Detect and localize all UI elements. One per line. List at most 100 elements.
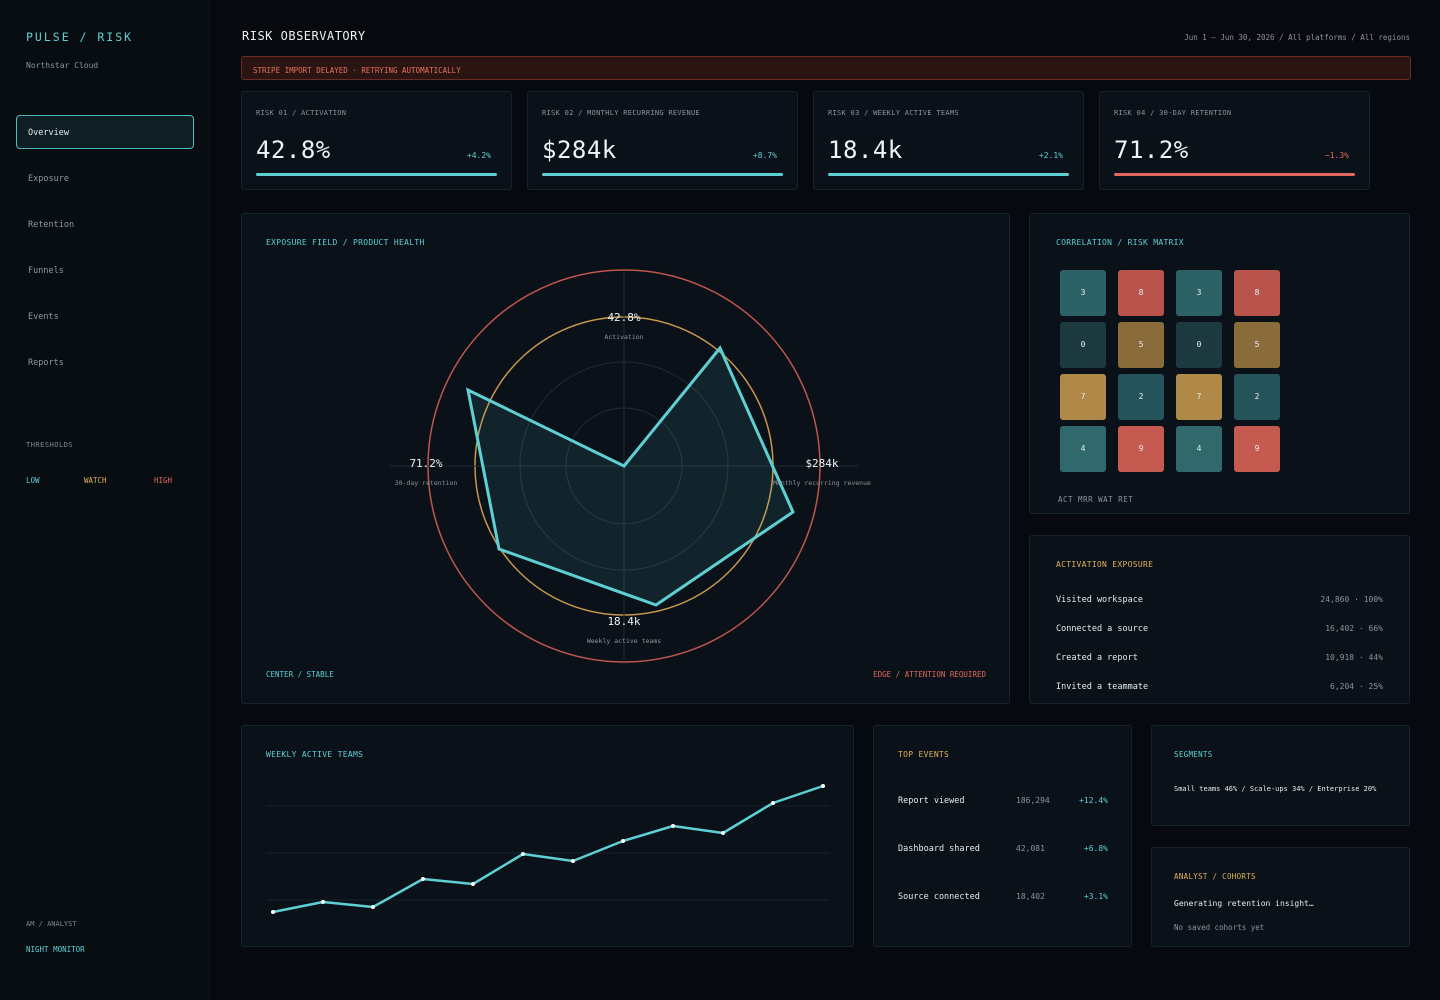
kpi-label: RISK 03 / WEEKLY ACTIVE TEAMS (828, 109, 959, 117)
segments-panel[interactable]: SEGMENTS Small teams 46% / Scale-ups 34%… (1151, 725, 1410, 826)
kpi-value: 42.8% (256, 136, 331, 164)
kpi-label: RISK 02 / MONTHLY RECURRING REVENUE (542, 109, 701, 117)
nav-item-exposure[interactable]: Exposure (16, 161, 194, 195)
funnel-step-label: Visited workspace (1056, 595, 1143, 605)
matrix-cell[interactable]: 9 (1118, 426, 1164, 472)
data-point (421, 877, 425, 881)
funnel-step-label: Created a report (1056, 653, 1138, 663)
nav-item-reports[interactable]: Reports (16, 345, 194, 379)
data-point (471, 882, 475, 886)
funnel-step-label: Invited a teammate (1056, 682, 1149, 692)
matrix-cell[interactable]: 4 (1060, 426, 1106, 472)
event-delta: +6.8% (1083, 844, 1108, 853)
funnel-step-label: Connected a source (1056, 624, 1149, 634)
event-row[interactable]: Source connected 18,402 +3.1% (898, 892, 1108, 902)
matrix-cell[interactable]: 2 (1234, 374, 1280, 420)
axis-label-mrr: Monthly recurring revenue (773, 479, 871, 487)
kpi-card-retention[interactable]: RISK 04 / 30-DAY RETENTION 71.2% −1.3% (1099, 91, 1370, 190)
night-monitor-toggle[interactable]: NIGHT MONITOR (26, 945, 85, 954)
nav-item-overview[interactable]: Overview (16, 115, 194, 149)
nav-item-events[interactable]: Events (16, 299, 194, 333)
data-point (271, 910, 275, 914)
activation-exposure-panel: ACTIVATION EXPOSURE Visited workspace 24… (1029, 535, 1410, 704)
matrix-cell[interactable]: 7 (1176, 374, 1222, 420)
nav-item-funnels[interactable]: Funnels (16, 253, 194, 287)
nav-item-retention[interactable]: Retention (16, 207, 194, 241)
data-point (321, 900, 325, 904)
kpi-label: RISK 01 / ACTIVATION (256, 109, 347, 117)
matrix-cell[interactable]: 9 (1234, 426, 1280, 472)
funnel-step[interactable]: Invited a teammate 6,204 · 25% (1056, 682, 1383, 692)
user-role[interactable]: AM / ANALYST (26, 920, 77, 928)
sidebar: PULSE / RISK Northstar Cloud Overview Ex… (0, 0, 210, 1000)
funnel-step[interactable]: Visited workspace 24,860 · 100% (1056, 595, 1383, 605)
axis-value-wat: 18.4k (607, 615, 640, 628)
analyst-status: Generating retention insight… (1174, 899, 1314, 908)
risk-matrix-panel: CORRELATION / RISK MATRIX 38380505727249… (1029, 213, 1410, 514)
matrix-cell[interactable]: 7 (1060, 374, 1106, 420)
data-point (621, 839, 625, 843)
panel-title: ACTIVATION EXPOSURE (1056, 560, 1154, 569)
kpi-value: $284k (542, 136, 617, 164)
event-count: 42,081 (1016, 844, 1045, 853)
data-point (721, 831, 725, 835)
date-range-filter[interactable]: Jun 1 – Jun 30, 2026 / All platforms / A… (1184, 33, 1410, 42)
brand-name[interactable]: PULSE / RISK (26, 30, 133, 44)
matrix-cell[interactable]: 0 (1060, 322, 1106, 368)
kpi-label: RISK 04 / 30-DAY RETENTION (1114, 109, 1232, 117)
axis-label-retention: 30-day retention (395, 479, 458, 487)
matrix-cell[interactable]: 3 (1060, 270, 1106, 316)
kpi-bar (542, 173, 783, 176)
matrix-cell[interactable]: 5 (1234, 322, 1280, 368)
weekly-active-teams-chart (266, 784, 830, 914)
data-point (821, 784, 825, 788)
event-delta: +12.4% (1079, 796, 1108, 805)
funnel-step[interactable]: Connected a source 16,402 · 66% (1056, 624, 1383, 634)
data-point (571, 859, 575, 863)
center-stable-label: CENTER / STABLE (266, 670, 334, 679)
axis-label-wat: Weekly active teams (587, 637, 661, 645)
exposure-shape (465, 345, 795, 607)
threshold-high: HIGH (154, 476, 173, 485)
org-name: Northstar Cloud (26, 61, 99, 70)
data-point (771, 801, 775, 805)
panel-title: ANALYST / COHORTS (1174, 872, 1256, 881)
kpi-bar (828, 173, 1069, 176)
funnel-step-value: 16,402 · 66% (1325, 624, 1383, 633)
matrix-cell[interactable]: 8 (1118, 270, 1164, 316)
event-row[interactable]: Report viewed 186,294 +12.4% (898, 796, 1108, 806)
top-events-panel: TOP EVENTS Report viewed 186,294 +12.4% … (873, 725, 1132, 947)
kpi-bar (1114, 173, 1355, 176)
event-row[interactable]: Dashboard shared 42,081 +6.8% (898, 844, 1108, 854)
matrix-cell[interactable]: 0 (1176, 322, 1222, 368)
matrix-cell[interactable]: 5 (1118, 322, 1164, 368)
kpi-card-activation[interactable]: RISK 01 / ACTIVATION 42.8% +4.2% (241, 91, 512, 190)
panel-title: TOP EVENTS (898, 750, 950, 759)
matrix-cell[interactable]: 3 (1176, 270, 1222, 316)
page-title: RISK OBSERVATORY (242, 29, 366, 43)
funnel-step-value: 24,860 · 100% (1320, 595, 1383, 604)
event-delta: +3.1% (1083, 892, 1108, 901)
edge-attention-label: EDGE / ATTENTION REQUIRED (873, 670, 986, 679)
matrix-cell[interactable]: 4 (1176, 426, 1222, 472)
matrix-cell[interactable]: 8 (1234, 270, 1280, 316)
funnel-step[interactable]: Created a report 10,918 · 44% (1056, 653, 1383, 663)
axis-value-mrr: $284k (805, 457, 838, 470)
kpi-value: 18.4k (828, 136, 903, 164)
kpi-value: 71.2% (1114, 136, 1189, 164)
panel-title: SEGMENTS (1174, 750, 1213, 759)
kpi-bar (256, 173, 497, 176)
alert-banner: STRIPE IMPORT DELAYED · RETRYING AUTOMAT… (241, 56, 1411, 80)
data-point (521, 852, 525, 856)
matrix-cell[interactable]: 2 (1118, 374, 1164, 420)
exposure-panel: EXPOSURE FIELD / PRODUCT HEALTH 42.8% Ac… (241, 213, 1010, 704)
trend-line (272, 784, 824, 914)
kpi-card-weekly-active-teams[interactable]: RISK 03 / WEEKLY ACTIVE TEAMS 18.4k +2.1… (813, 91, 1084, 190)
matrix-axis-labels: ACT MRR WAT RET (1058, 495, 1134, 504)
event-name: Dashboard shared (898, 844, 980, 854)
segments-breakdown: Small teams 46% / Scale-ups 34% / Enterp… (1174, 785, 1377, 793)
kpi-delta: +2.1% (1038, 151, 1063, 160)
kpi-card-mrr[interactable]: RISK 02 / MONTHLY RECURRING REVENUE $284… (527, 91, 798, 190)
event-name: Report viewed (898, 796, 965, 806)
analyst-cohorts-panel[interactable]: ANALYST / COHORTS Generating retention i… (1151, 847, 1410, 947)
